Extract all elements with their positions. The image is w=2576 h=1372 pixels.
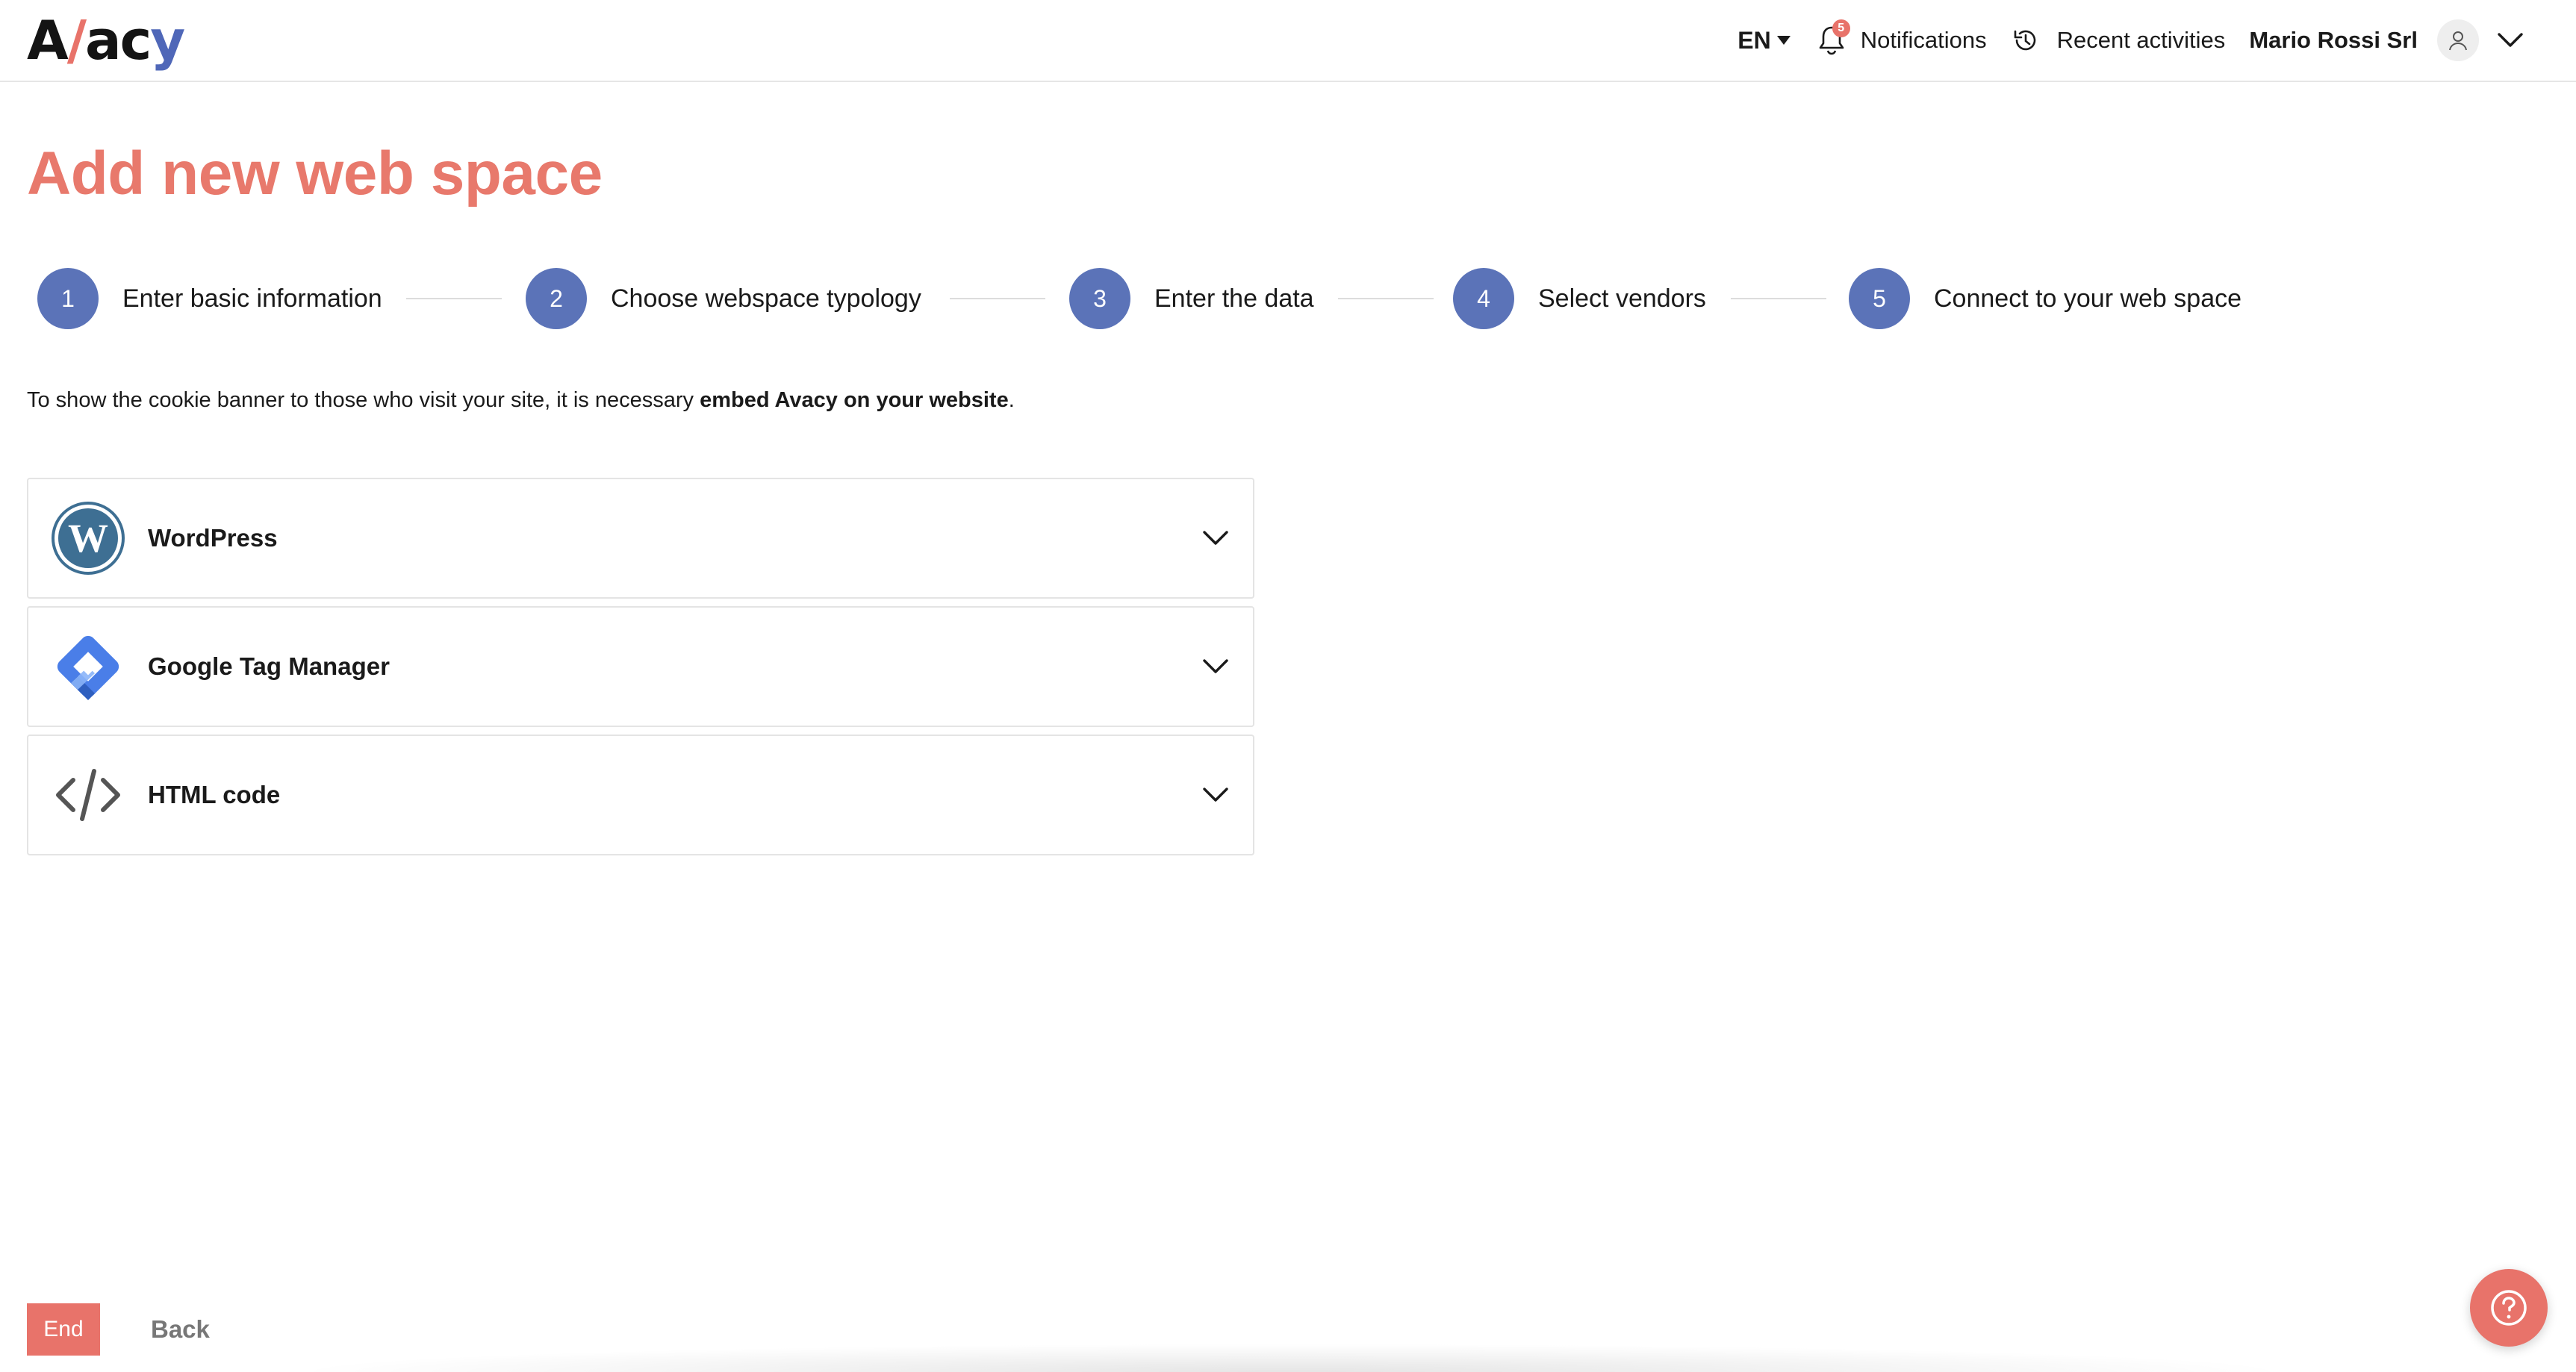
bell-icon: 5: [1817, 19, 1850, 57]
stepper: 1 Enter basic information 2 Choose websp…: [37, 267, 2277, 330]
chevron-down-icon[interactable]: [1201, 523, 1231, 553]
accordion-label: Google Tag Manager: [148, 652, 390, 680]
bottom-shadow: [284, 1344, 2300, 1372]
recent-activities-label: Recent activities: [2056, 27, 2226, 53]
intro-suffix: .: [1008, 388, 1015, 412]
notification-count-badge: 5: [1832, 19, 1850, 37]
logo-letter: ac: [85, 9, 152, 72]
step-number: 3: [1069, 268, 1130, 329]
caret-down-icon: [1776, 36, 1791, 45]
help-button[interactable]: [2470, 1269, 2548, 1347]
step-3[interactable]: 3 Enter the data: [1069, 267, 1314, 330]
step-connector: [1731, 298, 1826, 299]
google-tag-manager-icon: [51, 629, 125, 704]
notifications-button[interactable]: 5 Notifications: [1817, 19, 1987, 57]
step-connector: [406, 298, 502, 299]
code-icon: [51, 758, 125, 832]
wordpress-icon: W: [51, 501, 125, 576]
step-1[interactable]: 1 Enter basic information: [37, 267, 382, 330]
step-number: 4: [1453, 268, 1514, 329]
language-label: EN: [1737, 26, 1771, 54]
intro-bold: embed Avacy on your website: [700, 388, 1009, 412]
avatar[interactable]: [2437, 19, 2479, 61]
step-4[interactable]: 4 Select vendors: [1453, 267, 1706, 330]
avacy-logo[interactable]: A/acy: [27, 9, 185, 72]
accordion-label: HTML code: [148, 781, 281, 808]
accordion-wordpress[interactable]: W WordPress: [27, 478, 1254, 599]
intro-text: To show the cookie banner to those who v…: [27, 388, 1015, 413]
step-label: Enter the data: [1154, 284, 1314, 313]
step-number: 5: [1849, 268, 1910, 329]
question-icon: [2491, 1290, 2527, 1326]
recent-activities-button[interactable]: Recent activities: [2011, 25, 2226, 55]
step-5[interactable]: 5 Connect to your web space: [1849, 267, 2241, 330]
end-button[interactable]: End: [27, 1303, 100, 1356]
intro-prefix: To show the cookie banner to those who v…: [27, 388, 700, 412]
accordion-html-code[interactable]: HTML code: [27, 735, 1254, 855]
user-icon: [2449, 31, 2467, 51]
chevron-down-icon[interactable]: [1201, 652, 1231, 682]
step-label: Select vendors: [1538, 284, 1706, 313]
step-label: Connect to your web space: [1934, 284, 2242, 313]
user-name[interactable]: Mario Rossi Srl: [2249, 27, 2418, 54]
step-number: 2: [526, 268, 587, 329]
header-actions: EN 5 Notifications Recent activities Mar…: [1737, 0, 2524, 81]
logo-letter: y: [150, 9, 185, 72]
history-icon: [2014, 30, 2035, 51]
step-connector: [950, 298, 1045, 299]
step-label: Choose webspace typology: [611, 284, 921, 313]
svg-text:W: W: [68, 516, 108, 561]
logo-letter: A: [27, 9, 69, 72]
language-selector[interactable]: EN: [1737, 26, 1791, 54]
chevron-down-icon[interactable]: [2497, 32, 2524, 49]
top-bar: A/acy EN 5 Notifications Recent activiti…: [0, 0, 2576, 82]
notifications-label: Notifications: [1860, 27, 1987, 53]
chevron-down-icon[interactable]: [1201, 780, 1231, 810]
step-2[interactable]: 2 Choose webspace typology: [526, 267, 921, 330]
accordion-google-tag-manager[interactable]: Google Tag Manager: [27, 606, 1254, 727]
step-number: 1: [37, 268, 99, 329]
back-button[interactable]: Back: [146, 1303, 214, 1356]
accordion-label: WordPress: [148, 524, 278, 552]
step-label: Enter basic information: [122, 284, 382, 313]
step-connector: [1338, 298, 1434, 299]
logo-letter: /: [66, 9, 87, 72]
page-title: Add new web space: [27, 140, 603, 208]
